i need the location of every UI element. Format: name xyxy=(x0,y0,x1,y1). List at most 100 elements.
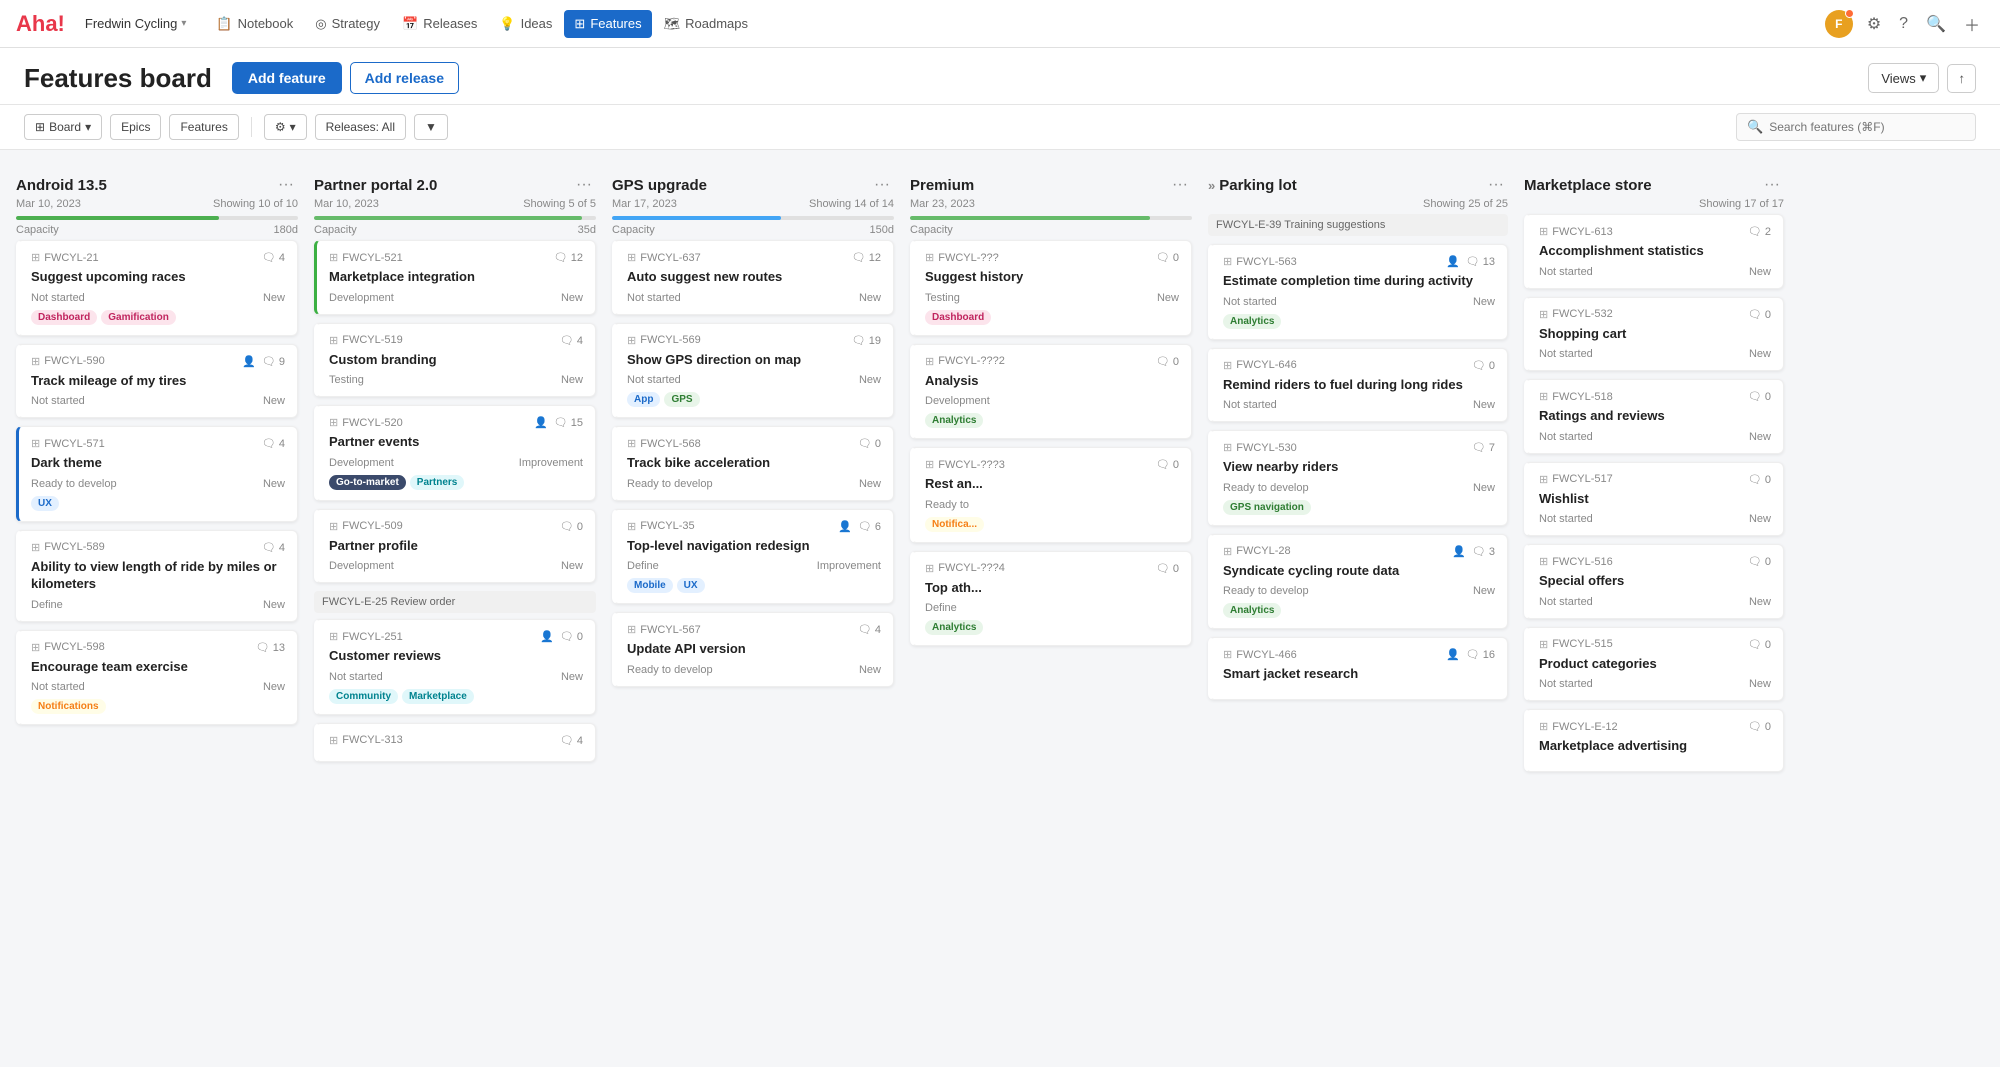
card-FWCYL-532[interactable]: ⊞ FWCYL-532 🗨 0 Shopping cart Not starte… xyxy=(1524,297,1784,372)
card-FWCYL-637[interactable]: ⊞ FWCYL-637 🗨 12 Auto suggest new routes… xyxy=(612,240,894,315)
card-FWCYL-563[interactable]: ⊞ FWCYL-563 👤 🗨 13 Estimate completion t… xyxy=(1208,244,1508,340)
card-FWCYL-516[interactable]: ⊞ FWCYL-516 🗨 0 Special offers Not start… xyxy=(1524,544,1784,619)
card-FWCYL-466[interactable]: ⊞ FWCYL-466 👤 🗨 16 Smart jacket research xyxy=(1208,637,1508,700)
features-button[interactable]: Features xyxy=(169,114,238,140)
column-header-marketplace: Marketplace store ··· Showing 17 of 17 xyxy=(1524,166,1784,214)
card-id-row: ⊞ FWCYL-??? 🗨 0 xyxy=(925,251,1179,264)
card-FWCYL-590[interactable]: ⊞ FWCYL-590 👤 🗨 9 Track mileage of my ti… xyxy=(16,344,298,419)
card-status-FWCYL-517: Not started xyxy=(1539,513,1593,525)
card-footer-FWCYL-???: Testing New xyxy=(925,292,1179,304)
card-meta-FWCYL-530: 🗨 7 xyxy=(1472,441,1495,454)
card-FWCYL-530[interactable]: ⊞ FWCYL-530 🗨 7 View nearby riders Ready… xyxy=(1208,430,1508,526)
card-title-FWCYL-516: Special offers xyxy=(1539,572,1771,590)
card-tags-FWCYL-???: Dashboard xyxy=(925,310,1179,325)
card-tags-FWCYL-???3: Notifica... xyxy=(925,517,1179,532)
column-menu-button-gps[interactable]: ··· xyxy=(870,174,894,196)
card-footer-FWCYL-637: Not started New xyxy=(627,292,881,304)
card-FWCYL-???2[interactable]: ⊞ FWCYL-???2 🗨 0 Analysis Development An… xyxy=(910,344,1192,440)
tag: UX xyxy=(31,496,59,511)
card-footer-FWCYL-515: Not started New xyxy=(1539,678,1771,690)
help-icon[interactable]: ? xyxy=(1895,11,1912,37)
add-feature-button[interactable]: Add feature xyxy=(232,62,342,94)
card-footer-FWCYL-589: Define New xyxy=(31,599,285,611)
card-FWCYL-646[interactable]: ⊞ FWCYL-646 🗨 0 Remind riders to fuel du… xyxy=(1208,348,1508,423)
card-FWCYL-589[interactable]: ⊞ FWCYL-589 🗨 4 Ability to view length o… xyxy=(16,530,298,622)
sidebar-item-releases[interactable]: 📅Releases xyxy=(392,10,487,38)
card-FWCYL-35[interactable]: ⊞ FWCYL-35 👤 🗨 6 Top-level navigation re… xyxy=(612,509,894,605)
settings-icon[interactable]: ⚙ xyxy=(1863,10,1885,38)
card-id-FWCYL-567: ⊞ FWCYL-567 xyxy=(627,623,701,636)
card-title-FWCYL-???2: Analysis xyxy=(925,372,1179,390)
card-status-FWCYL-567: Ready to develop xyxy=(627,664,713,676)
card-meta-FWCYL-???3: 🗨 0 xyxy=(1156,458,1179,471)
card-FWCYL-???4[interactable]: ⊞ FWCYL-???4 🗨 0 Top ath... Define Analy… xyxy=(910,551,1192,647)
card-FWCYL-569[interactable]: ⊞ FWCYL-569 🗨 19 Show GPS direction on m… xyxy=(612,323,894,419)
column-menu-button-parking[interactable]: ··· xyxy=(1484,174,1508,196)
board-button[interactable]: ⊞ Board ▾ xyxy=(24,114,102,140)
sidebar-item-notebook[interactable]: 📋Notebook xyxy=(206,10,303,38)
add-release-button[interactable]: Add release xyxy=(350,62,459,94)
card-FWCYL-568[interactable]: ⊞ FWCYL-568 🗨 0 Track bike acceleration … xyxy=(612,426,894,501)
card-FWCYL-E-12[interactable]: ⊞ FWCYL-E-12 🗨 0 Marketplace advertising xyxy=(1524,709,1784,772)
column-menu-button-marketplace[interactable]: ··· xyxy=(1760,174,1784,196)
card-status-FWCYL-589: Define xyxy=(31,599,63,611)
comment-FWCYL-520: 🗨 15 xyxy=(554,416,583,429)
releases-filter-button[interactable]: Releases: All xyxy=(315,114,406,140)
workspace-selector[interactable]: Fredwin Cycling ▾ xyxy=(77,12,195,35)
roadmaps-icon: 🗺 xyxy=(664,16,681,32)
card-FWCYL-520[interactable]: ⊞ FWCYL-520 👤 🗨 15 Partner events Develo… xyxy=(314,405,596,501)
column-menu-button-android[interactable]: ··· xyxy=(274,174,298,196)
card-FWCYL-28[interactable]: ⊞ FWCYL-28 👤 🗨 3 Syndicate cycling route… xyxy=(1208,534,1508,630)
card-FWCYL-518[interactable]: ⊞ FWCYL-518 🗨 0 Ratings and reviews Not … xyxy=(1524,379,1784,454)
card-footer-FWCYL-???4: Define xyxy=(925,602,1179,614)
card-tags-FWCYL-571: UX xyxy=(31,496,285,511)
card-FWCYL-21[interactable]: ⊞ FWCYL-21 🗨 4 Suggest upcoming races No… xyxy=(16,240,298,336)
export-button[interactable]: ↑ xyxy=(1947,64,1976,93)
card-tags-FWCYL-530: GPS navigation xyxy=(1223,500,1495,515)
card-id-FWCYL-E-12: ⊞ FWCYL-E-12 xyxy=(1539,720,1618,733)
col-date-premium: Mar 23, 2023 xyxy=(910,198,975,210)
card-FWCYL-251[interactable]: ⊞ FWCYL-251 👤 🗨 0 Customer reviews Not s… xyxy=(314,619,596,715)
sidebar-item-features[interactable]: ⊞Features xyxy=(564,10,651,38)
tag: Marketplace xyxy=(402,689,474,704)
sidebar-item-roadmaps[interactable]: 🗺Roadmaps xyxy=(654,10,758,38)
card-id-FWCYL-518: ⊞ FWCYL-518 xyxy=(1539,390,1613,403)
card-FWCYL-313[interactable]: ⊞ FWCYL-313 🗨 4 xyxy=(314,723,596,762)
comment-FWCYL-571: 🗨 4 xyxy=(262,437,285,450)
card-FWCYL-521[interactable]: ⊞ FWCYL-521 🗨 12 Marketplace integration… xyxy=(314,240,596,315)
settings-button[interactable]: ⚙ ▾ xyxy=(264,114,307,140)
column-title-parking: »Parking lot xyxy=(1208,177,1297,194)
add-icon[interactable]: ＋ xyxy=(1960,8,1984,40)
card-FWCYL-???3[interactable]: ⊞ FWCYL-???3 🗨 0 Rest an... Ready to Not… xyxy=(910,447,1192,543)
toolbar-divider xyxy=(251,117,252,137)
column-menu-button-partner[interactable]: ··· xyxy=(572,174,596,196)
card-title-FWCYL-569: Show GPS direction on map xyxy=(627,351,881,369)
filter-button[interactable]: ▼ xyxy=(414,114,448,140)
card-FWCYL-519[interactable]: ⊞ FWCYL-519 🗨 4 Custom branding Testing … xyxy=(314,323,596,398)
comment-FWCYL-567: 🗨 4 xyxy=(858,623,881,636)
card-release-FWCYL-569: New xyxy=(859,374,881,386)
epics-button[interactable]: Epics xyxy=(110,114,161,140)
grid-icon: ⊞ xyxy=(1539,225,1548,238)
card-release-FWCYL-568: New xyxy=(859,478,881,490)
sidebar-item-strategy[interactable]: ◎Strategy xyxy=(305,10,390,38)
card-FWCYL-509[interactable]: ⊞ FWCYL-509 🗨 0 Partner profile Developm… xyxy=(314,509,596,584)
card-FWCYL-567[interactable]: ⊞ FWCYL-567 🗨 4 Update API version Ready… xyxy=(612,612,894,687)
tag: Partners xyxy=(410,475,465,490)
card-FWCYL-517[interactable]: ⊞ FWCYL-517 🗨 0 Wishlist Not started New xyxy=(1524,462,1784,537)
column-menu-button-premium[interactable]: ··· xyxy=(1168,174,1192,196)
card-FWCYL-598[interactable]: ⊞ FWCYL-598 🗨 13 Encourage team exercise… xyxy=(16,630,298,726)
views-button[interactable]: Views ▾ xyxy=(1868,63,1939,93)
search-input[interactable] xyxy=(1769,120,1965,134)
card-footer-FWCYL-532: Not started New xyxy=(1539,348,1771,360)
card-meta-FWCYL-466: 👤 🗨 16 xyxy=(1446,648,1495,661)
sidebar-item-ideas[interactable]: 💡Ideas xyxy=(489,10,562,38)
card-status-FWCYL-251: Not started xyxy=(329,671,383,683)
card-meta-FWCYL-???4: 🗨 0 xyxy=(1156,562,1179,575)
card-FWCYL-613[interactable]: ⊞ FWCYL-613 🗨 2 Accomplishment statistic… xyxy=(1524,214,1784,289)
card-FWCYL-???[interactable]: ⊞ FWCYL-??? 🗨 0 Suggest history Testing … xyxy=(910,240,1192,336)
avatar[interactable]: F xyxy=(1825,10,1853,38)
card-FWCYL-515[interactable]: ⊞ FWCYL-515 🗨 0 Product categories Not s… xyxy=(1524,627,1784,702)
card-FWCYL-571[interactable]: ⊞ FWCYL-571 🗨 4 Dark theme Ready to deve… xyxy=(16,426,298,522)
search-icon[interactable]: 🔍 xyxy=(1922,10,1950,38)
